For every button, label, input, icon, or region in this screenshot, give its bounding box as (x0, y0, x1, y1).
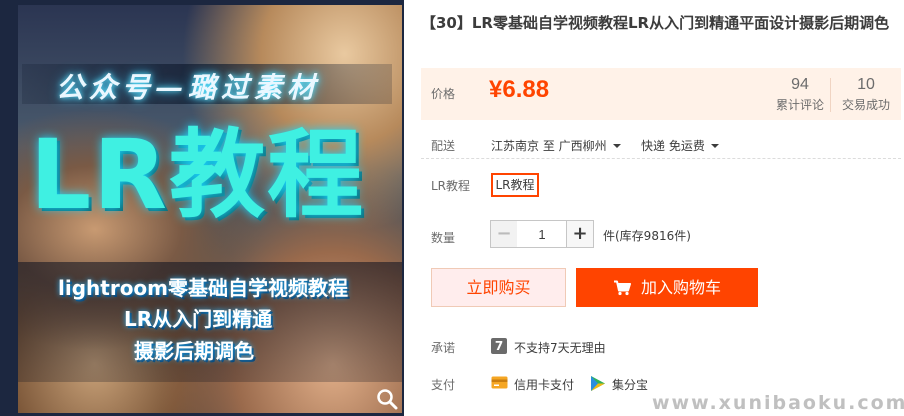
reviews-label: 累计评论 (775, 98, 824, 112)
cart-icon (613, 280, 631, 296)
image-title: LR教程 (30, 119, 366, 231)
quantity-increase-button[interactable]: + (566, 220, 594, 248)
buy-now-button[interactable]: 立即购买 (431, 268, 566, 307)
payment-label: 支付 (431, 378, 456, 392)
zoom-icon[interactable] (374, 386, 400, 412)
no-return-badge-icon: 7 (491, 338, 507, 354)
chevron-down-icon (612, 144, 621, 148)
deals-label: 交易成功 (841, 98, 890, 112)
image-line-2: LR从入门到精通 (124, 307, 273, 331)
add-to-cart-label: 加入购物车 (640, 278, 721, 297)
shipping-method: 快递 免运费 (641, 139, 705, 153)
jifenbao-icon (591, 376, 605, 391)
watermark-text: www.xunibaoku.com (652, 392, 904, 414)
credit-card-icon (491, 376, 508, 389)
promise-text[interactable]: 不支持7天无理由 (514, 339, 606, 356)
stock-text: 件(库存9816件) (603, 229, 691, 243)
shipping-label: 配送 (431, 139, 456, 153)
product-title: 【30】LR零基础自学视频教程LR从入门到精通平面设计摄影后期调色 (421, 14, 890, 32)
quantity-decrease-button[interactable]: − (490, 220, 518, 248)
variant-label: LR教程 (431, 179, 471, 193)
shipping-method-select[interactable]: 快递 免运费 (641, 137, 719, 154)
chevron-down-icon (710, 144, 719, 148)
image-subtitle: 公众号—璐过素材 (56, 71, 321, 104)
price-label: 价格 (431, 87, 456, 101)
reviews-stat[interactable]: 94 累计评论 (773, 76, 827, 113)
promise-label: 承诺 (431, 341, 456, 355)
image-line-1: lightroom零基础自学视频教程 (58, 276, 349, 300)
divider (421, 158, 901, 159)
shipping-route-select[interactable]: 江苏南京 至 广西柳州 (491, 137, 621, 154)
reviews-count: 94 (791, 76, 809, 93)
variant-option-lr[interactable]: LR教程 (491, 173, 539, 197)
image-line-3: 摄影后期调色 (134, 339, 254, 363)
credit-card-label[interactable]: 信用卡支付 (514, 376, 574, 393)
product-main-image[interactable]: 公众号—璐过素材 LR教程 lightroom零基础自学视频教程 LR从入门到精… (0, 0, 404, 416)
add-to-cart-button[interactable]: 加入购物车 (576, 268, 758, 307)
price-value: ¥6.88 (489, 76, 550, 103)
deals-count: 10 (857, 76, 875, 93)
deals-stat: 10 交易成功 (839, 76, 893, 113)
stat-divider (830, 78, 831, 112)
quantity-label: 数量 (431, 231, 456, 245)
shipping-route: 江苏南京 至 广西柳州 (491, 139, 607, 153)
jifenbao-label[interactable]: 集分宝 (612, 376, 648, 393)
price-panel: 价格 ¥6.88 94 累计评论 10 交易成功 (421, 68, 901, 120)
quantity-input[interactable] (517, 220, 567, 248)
